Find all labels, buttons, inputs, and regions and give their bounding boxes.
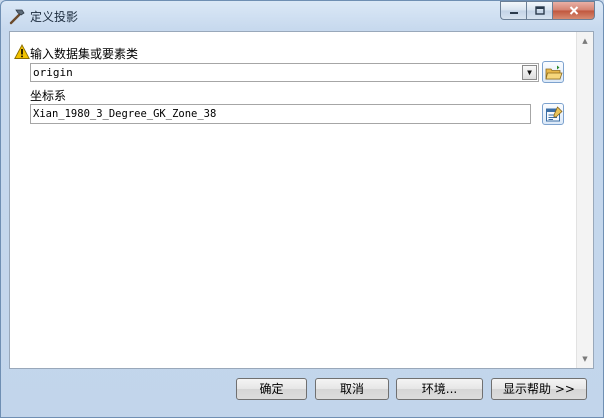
warning-icon [14,44,30,59]
input-dataset-label: 输入数据集或要素类 [30,47,139,61]
coordinate-system-input[interactable]: Xian_1980_3_Degree_GK_Zone_38 [30,104,531,124]
browse-dataset-button[interactable] [542,61,564,83]
scroll-down-arrow-icon[interactable]: ▼ [577,352,593,366]
close-icon [569,6,578,15]
hammer-tool-icon [9,9,25,25]
title-bar[interactable]: 定义投影 [1,1,603,31]
input-dataset-value: origin [33,66,73,79]
show-help-button[interactable]: 显示帮助 >> [491,378,587,400]
cancel-button[interactable]: 取消 [315,378,389,400]
coordinate-system-label: 坐标系 [30,89,67,103]
minimize-icon [509,11,518,14]
ok-button[interactable]: 确定 [236,378,307,400]
define-projection-dialog: 定义投影 输入数据集或要素类 origin ▼ 坐标系 Xian_1980_3_… [0,0,604,418]
window-title: 定义投影 [30,10,79,24]
chevron-down-icon: ▼ [527,68,532,77]
maximize-button[interactable] [526,1,552,20]
minimize-button[interactable] [500,1,526,20]
maximize-icon [534,6,545,15]
tool-parameters-panel: 输入数据集或要素类 origin ▼ 坐标系 Xian_1980_3_Degre… [9,31,594,369]
input-dataset-combobox[interactable]: origin ▼ [30,63,539,82]
vertical-scrollbar[interactable]: ▲ ▼ [576,32,593,368]
close-button[interactable] [552,1,595,20]
open-folder-icon [545,65,563,80]
coordinate-system-value: Xian_1980_3_Degree_GK_Zone_38 [33,108,217,120]
spatial-reference-icon [546,106,563,122]
dropdown-arrow-button[interactable]: ▼ [522,65,537,80]
environments-button[interactable]: 环境... [396,378,483,400]
scroll-up-arrow-icon[interactable]: ▲ [577,34,593,48]
spatial-reference-properties-button[interactable] [542,103,564,125]
window-controls [500,1,595,21]
